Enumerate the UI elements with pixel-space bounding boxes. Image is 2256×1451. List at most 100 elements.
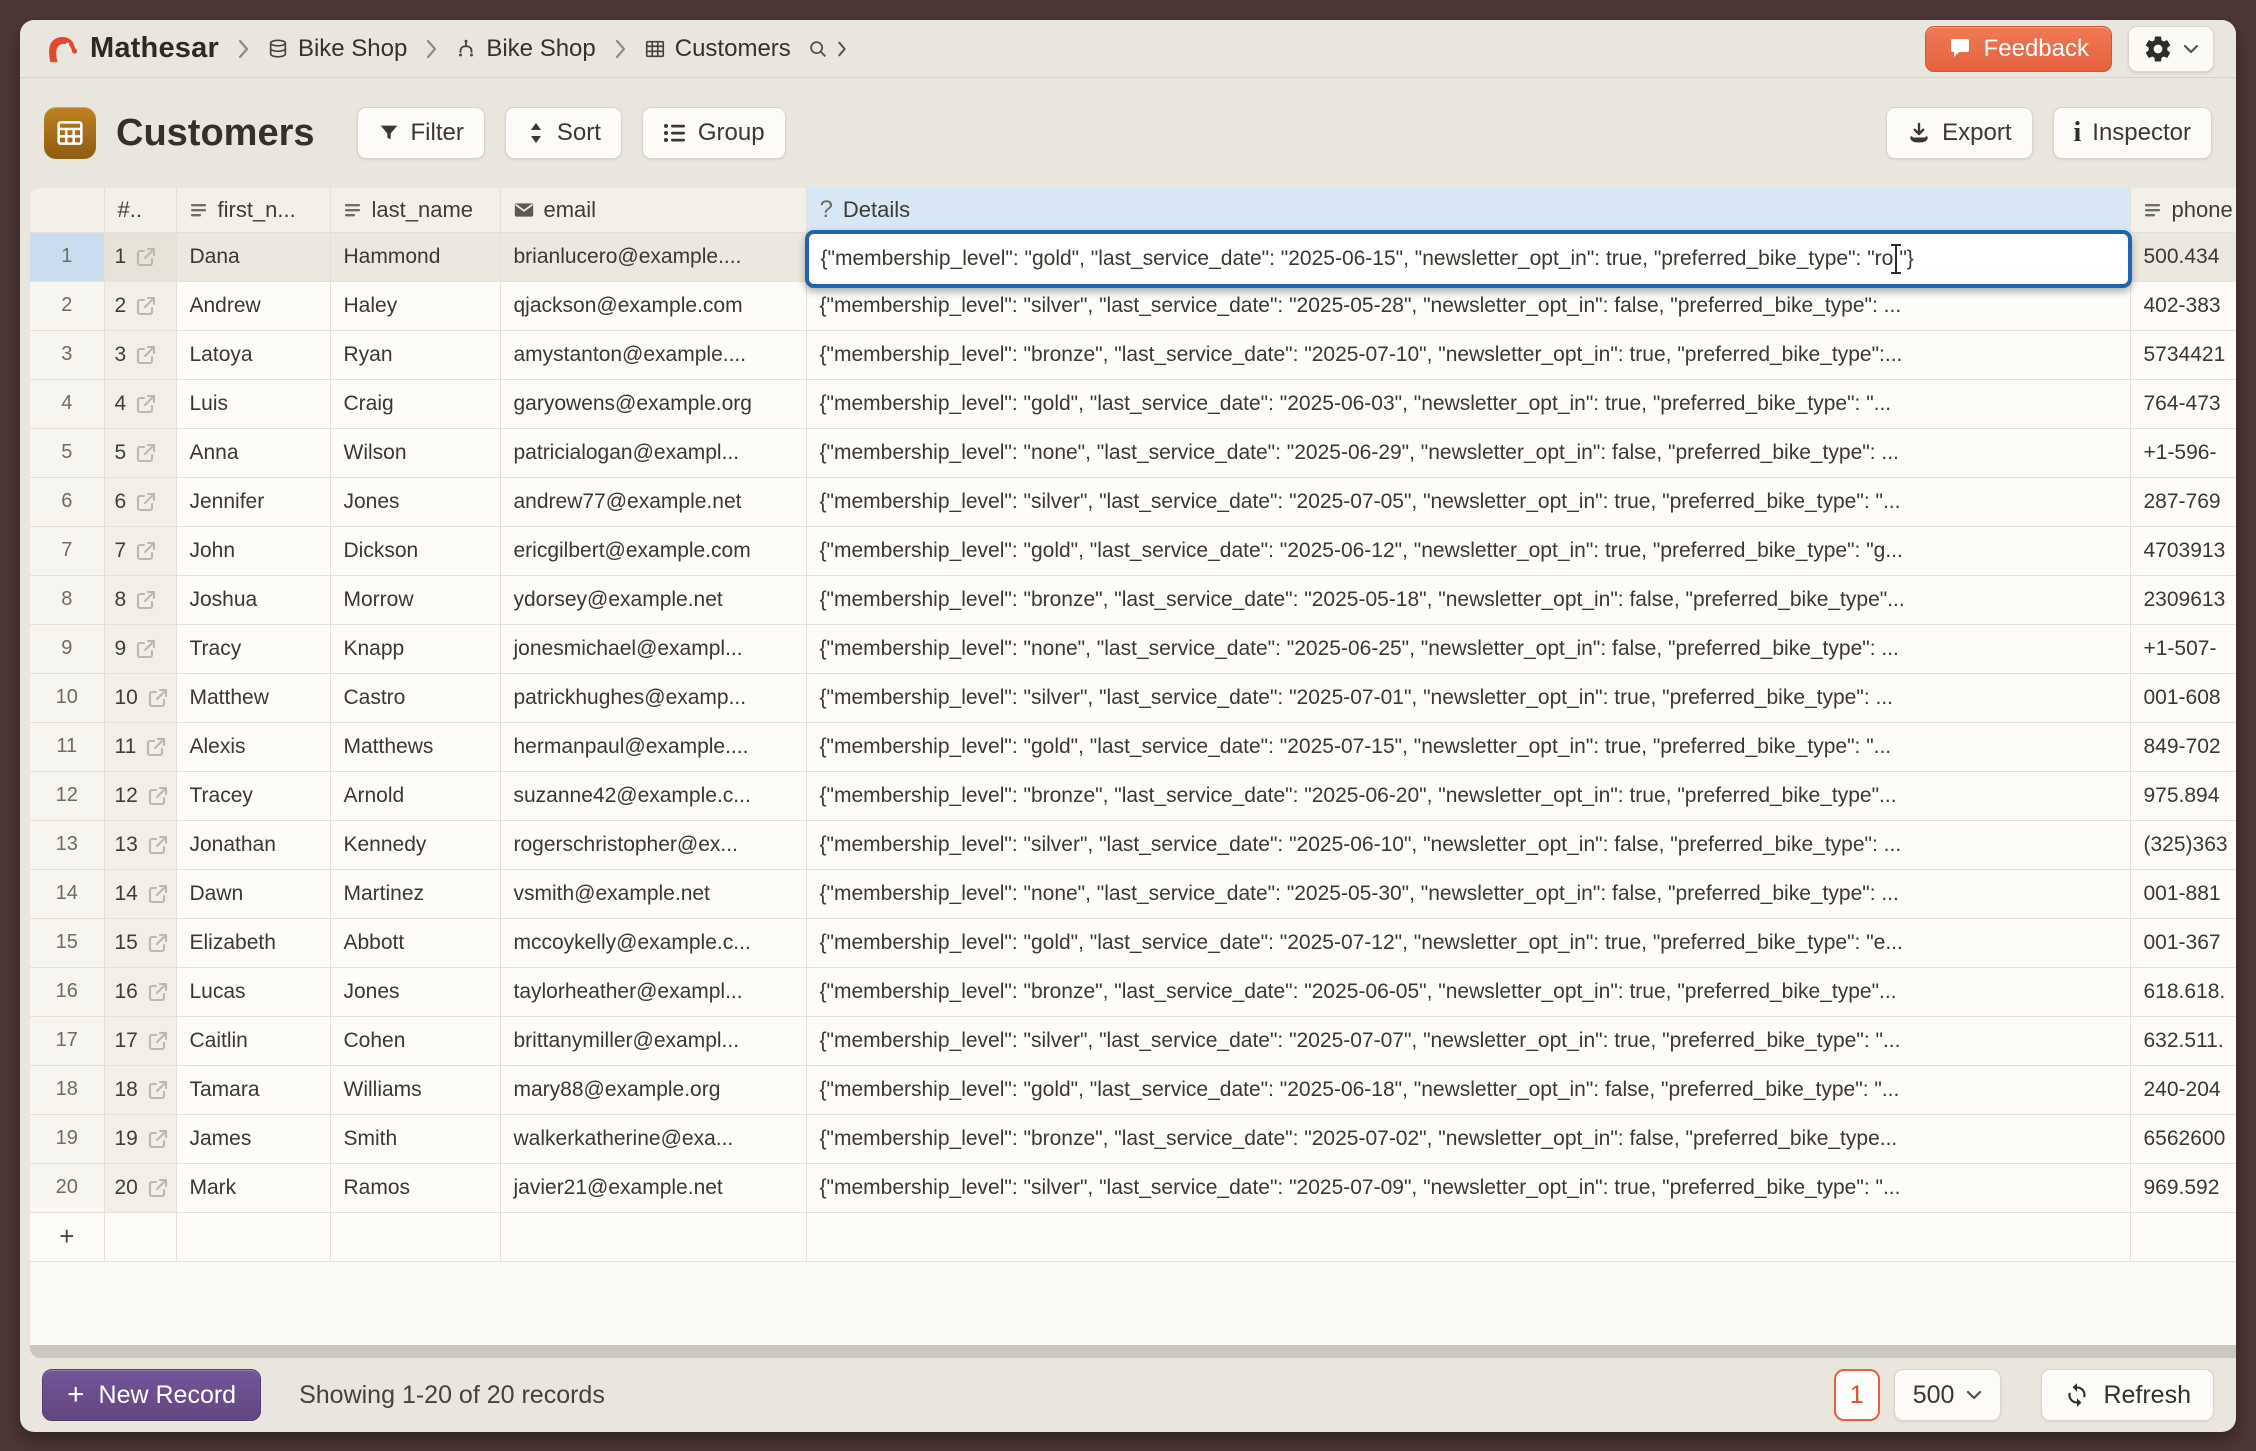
open-record-link-icon[interactable] (134, 392, 158, 416)
email-cell[interactable]: garyowens@example.org (500, 379, 806, 428)
filter-button[interactable]: Filter (357, 107, 485, 159)
open-record-link-icon[interactable] (146, 1127, 170, 1151)
refresh-button[interactable]: Refresh (2041, 1369, 2214, 1421)
column-header-id[interactable]: #.. (104, 188, 176, 232)
open-record-link-icon[interactable] (134, 588, 158, 612)
email-cell[interactable]: andrew77@example.net (500, 477, 806, 526)
inspector-button[interactable]: i Inspector (2053, 107, 2213, 159)
email-cell[interactable]: patricialogan@exampl... (500, 428, 806, 477)
last-name-cell[interactable]: Cohen (330, 1016, 500, 1065)
feedback-button[interactable]: Feedback (1925, 26, 2112, 72)
last-name-cell[interactable]: Wilson (330, 428, 500, 477)
id-cell[interactable]: 4 (104, 379, 176, 428)
email-cell[interactable]: taylorheather@exampl... (500, 967, 806, 1016)
first-name-cell[interactable]: Dana (176, 232, 330, 281)
open-record-link-icon[interactable] (144, 735, 168, 759)
id-cell[interactable]: 1 (104, 232, 176, 281)
row-number-cell[interactable]: 14 (30, 869, 104, 918)
email-cell[interactable]: hermanpaul@example.... (500, 722, 806, 771)
row-number-cell[interactable]: 17 (30, 1016, 104, 1065)
first-name-cell[interactable]: Elizabeth (176, 918, 330, 967)
last-name-cell[interactable]: Craig (330, 379, 500, 428)
email-cell[interactable]: walkerkatherine@exa... (500, 1114, 806, 1163)
horizontal-scrollbar[interactable] (30, 1345, 2236, 1358)
row-number-cell[interactable]: 15 (30, 918, 104, 967)
column-header-first-name[interactable]: first_n... (176, 188, 330, 232)
details-cell[interactable]: {"membership_level": "gold", "last_servi… (806, 232, 2130, 281)
email-cell[interactable]: jonesmichael@exampl... (500, 624, 806, 673)
brand-logo-link[interactable]: Mathesar (42, 30, 219, 68)
open-record-link-icon[interactable] (134, 490, 158, 514)
id-cell[interactable]: 19 (104, 1114, 176, 1163)
open-record-link-icon[interactable] (146, 882, 170, 906)
details-cell[interactable]: {"membership_level": "silver", "last_ser… (806, 281, 2130, 330)
last-name-cell[interactable]: Castro (330, 673, 500, 722)
last-name-cell[interactable]: Ryan (330, 330, 500, 379)
id-cell[interactable]: 17 (104, 1016, 176, 1065)
first-name-cell[interactable]: Mark (176, 1163, 330, 1212)
email-cell[interactable]: amystanton@example.... (500, 330, 806, 379)
row-number-cell[interactable]: 9 (30, 624, 104, 673)
open-record-link-icon[interactable] (146, 980, 170, 1004)
first-name-cell[interactable]: John (176, 526, 330, 575)
open-record-link-icon[interactable] (146, 931, 170, 955)
details-cell[interactable]: {"membership_level": "bronze", "last_ser… (806, 330, 2130, 379)
new-record-button[interactable]: + New Record (42, 1369, 261, 1421)
row-number-cell[interactable]: 10 (30, 673, 104, 722)
first-name-cell[interactable]: Jennifer (176, 477, 330, 526)
email-cell[interactable]: patrickhughes@examp... (500, 673, 806, 722)
phone-cell[interactable]: +1-507- (2130, 624, 2236, 673)
breadcrumb-schema[interactable]: Bike Shop (455, 35, 595, 63)
id-cell[interactable]: 6 (104, 477, 176, 526)
id-cell[interactable]: 7 (104, 526, 176, 575)
phone-cell[interactable]: 849-702 (2130, 722, 2236, 771)
open-record-link-icon[interactable] (134, 294, 158, 318)
phone-cell[interactable]: 500.434 (2130, 232, 2236, 281)
details-cell[interactable]: {"membership_level": "bronze", "last_ser… (806, 575, 2130, 624)
phone-cell[interactable]: 402-383 (2130, 281, 2236, 330)
details-cell[interactable]: {"membership_level": "bronze", "last_ser… (806, 967, 2130, 1016)
column-header-email[interactable]: email (500, 188, 806, 232)
last-name-cell[interactable]: Arnold (330, 771, 500, 820)
row-number-cell[interactable]: 5 (30, 428, 104, 477)
phone-cell[interactable]: 4703913 (2130, 526, 2236, 575)
id-cell[interactable]: 10 (104, 673, 176, 722)
last-name-cell[interactable]: Jones (330, 477, 500, 526)
first-name-cell[interactable]: Joshua (176, 575, 330, 624)
export-button[interactable]: Export (1886, 107, 2032, 159)
phone-cell[interactable]: 287-769 (2130, 477, 2236, 526)
email-cell[interactable]: qjackson@example.com (500, 281, 806, 330)
breadcrumb-table[interactable]: Customers (644, 35, 791, 63)
phone-cell[interactable]: 764-473 (2130, 379, 2236, 428)
table-switcher[interactable] (807, 38, 851, 60)
phone-cell[interactable]: 969.592 (2130, 1163, 2236, 1212)
details-cell[interactable]: {"membership_level": "bronze", "last_ser… (806, 771, 2130, 820)
details-cell[interactable]: {"membership_level": "silver", "last_ser… (806, 673, 2130, 722)
row-number-cell[interactable]: 16 (30, 967, 104, 1016)
details-cell[interactable]: {"membership_level": "gold", "last_servi… (806, 722, 2130, 771)
last-name-cell[interactable]: Dickson (330, 526, 500, 575)
id-cell[interactable] (104, 1212, 176, 1261)
settings-menu-button[interactable] (2128, 26, 2214, 72)
first-name-cell[interactable]: Caitlin (176, 1016, 330, 1065)
phone-cell[interactable]: 618.618. (2130, 967, 2236, 1016)
email-cell[interactable] (500, 1212, 806, 1261)
row-number-cell[interactable]: 19 (30, 1114, 104, 1163)
row-number-cell[interactable]: 8 (30, 575, 104, 624)
email-cell[interactable]: ydorsey@example.net (500, 575, 806, 624)
open-record-link-icon[interactable] (146, 1029, 170, 1053)
first-name-cell[interactable]: Tracey (176, 771, 330, 820)
column-header-phone[interactable]: phone (2130, 188, 2236, 232)
details-cell[interactable]: {"membership_level": "none", "last_servi… (806, 428, 2130, 477)
id-cell[interactable]: 5 (104, 428, 176, 477)
last-name-cell[interactable]: Haley (330, 281, 500, 330)
open-record-link-icon[interactable] (146, 686, 170, 710)
phone-cell[interactable] (2130, 1212, 2236, 1261)
row-number-cell[interactable]: 3 (30, 330, 104, 379)
last-name-cell[interactable]: Martinez (330, 869, 500, 918)
id-cell[interactable]: 8 (104, 575, 176, 624)
open-record-link-icon[interactable] (146, 1078, 170, 1102)
open-record-link-icon[interactable] (146, 833, 170, 857)
id-cell[interactable]: 11 (104, 722, 176, 771)
details-cell[interactable]: {"membership_level": "silver", "last_ser… (806, 820, 2130, 869)
